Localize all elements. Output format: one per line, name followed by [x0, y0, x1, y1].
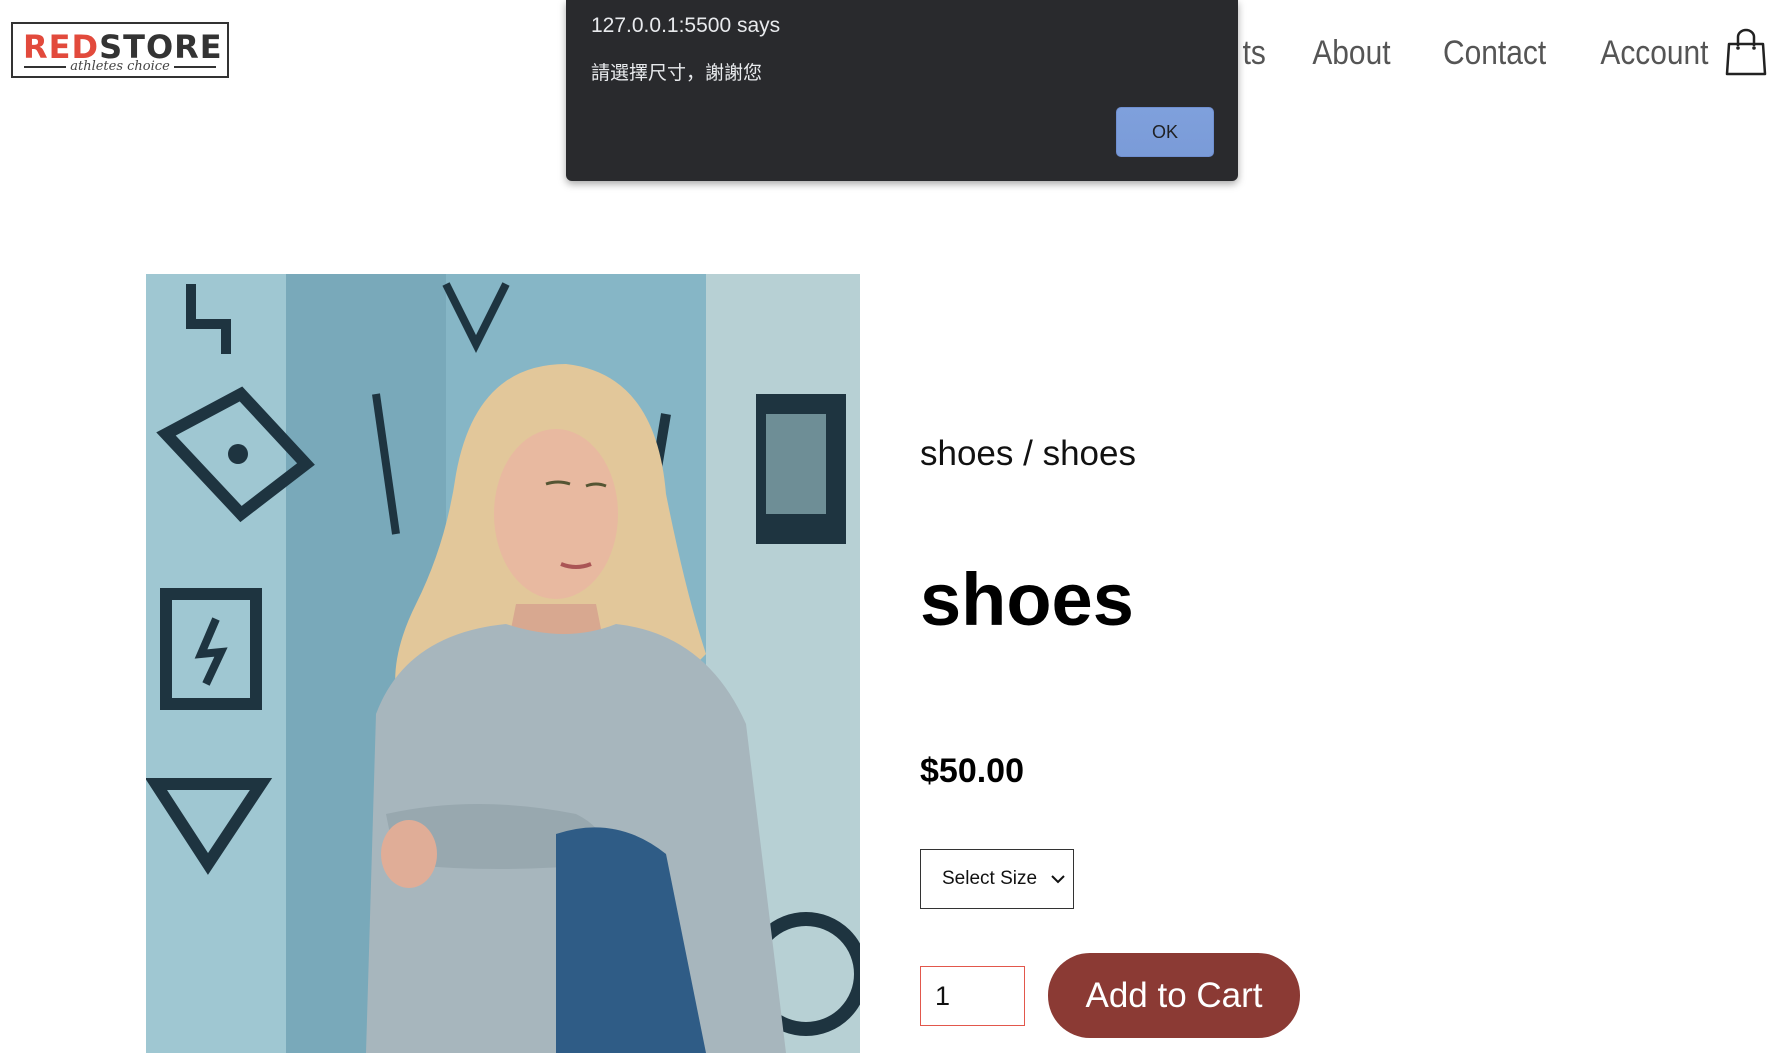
product-title: shoes [920, 558, 1134, 641]
product-price: $50.00 [920, 752, 1024, 790]
product-image [146, 274, 860, 1053]
alert-message: 請選擇尺寸，謝謝您 [591, 63, 763, 84]
product-photo-illustration [146, 274, 860, 1053]
size-select[interactable]: Select Size [920, 849, 1074, 909]
quantity-input[interactable]: 1 [920, 966, 1025, 1026]
size-select-value: Select Size [942, 868, 1038, 889]
nav-contact[interactable]: Contact [1443, 34, 1546, 73]
nav-account[interactable]: Account [1601, 34, 1709, 73]
shopping-bag-icon[interactable] [1725, 28, 1767, 76]
product-breadcrumb: shoes / shoes [920, 434, 1136, 473]
chevron-down-icon [1051, 875, 1065, 884]
page: REDSTORE athletes choice ts About Contac… [0, 0, 1789, 1053]
alert-ok-button[interactable]: OK [1116, 107, 1214, 157]
nav-about[interactable]: About [1312, 34, 1390, 73]
main-nav: ts About Contact Account [1241, 34, 1716, 73]
add-to-cart-button[interactable]: Add to Cart [1048, 953, 1300, 1038]
site-logo[interactable]: REDSTORE athletes choice [11, 22, 229, 78]
nav-products-partial[interactable]: ts [1242, 34, 1265, 73]
logo-tagline: athletes choice [13, 60, 227, 74]
alert-title: 127.0.0.1:5500 says [591, 14, 781, 37]
alert-dialog: 127.0.0.1:5500 says 請選擇尺寸，謝謝您 OK [566, 0, 1238, 181]
